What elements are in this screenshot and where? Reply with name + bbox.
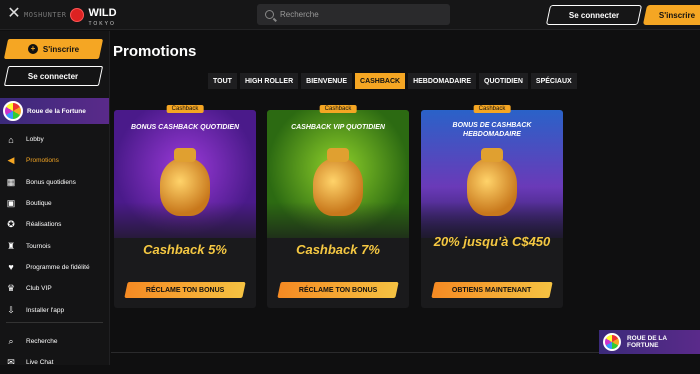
card-value: Cashback 5% — [143, 242, 227, 257]
search-icon — [265, 10, 274, 19]
sidebar-item-label: Live Chat — [26, 359, 54, 367]
get-now-button[interactable]: OBTIENS MAINTENANT — [431, 282, 553, 298]
money-bag-icon — [160, 148, 210, 216]
calendar-icon: ▦ — [6, 176, 16, 187]
megaphone-icon: ◀ — [7, 155, 15, 166]
wheel-promo-label: ROUE DE LA FORTUNE — [626, 335, 667, 349]
sidebar-item-promotions[interactable]: ◀ Promotions — [0, 150, 109, 171]
logo-wild: WILD — [88, 7, 117, 19]
tab-special[interactable]: SPÉCIAUX — [530, 73, 577, 89]
sidebar-item-tournaments[interactable]: ♜ Tournois — [0, 235, 109, 256]
brand-faded-text: MOSHUNTER — [24, 11, 67, 19]
sidebar-item-label: Lobby — [26, 136, 44, 144]
sidebar-item-label: Réalisations — [26, 221, 62, 229]
signup-button[interactable]: S'inscrire — [642, 5, 700, 25]
sidebar-item-lobby[interactable]: ⌂ Lobby — [0, 129, 109, 150]
sidebar-item-install-app[interactable]: ⇩ Installer l'app — [0, 299, 109, 320]
claim-bonus-label: RÉCLAME TON BONUS — [145, 286, 225, 294]
tab-cashback[interactable]: CASHBACK — [355, 73, 406, 89]
promo-card[interactable]: BONUS CASHBACK QUOTIDIEN Cashback 5% RÉC… — [114, 110, 256, 308]
sidebar-item-label: Bonus quotidiens — [26, 178, 76, 186]
user-plus-icon: + — [27, 44, 38, 54]
card-title: CASHBACK VIP QUOTIDIEN — [291, 124, 385, 131]
top-bar: ✕ MOSHUNTER WILD TOKYO Se connecter S'in… — [0, 0, 700, 30]
logo-text: WILD TOKYO — [88, 3, 117, 28]
sidebar-item-daily-bonus[interactable]: ▦ Bonus quotidiens — [0, 172, 109, 193]
sidebar-wheel-label: Roue de la Fortune — [27, 107, 86, 115]
sidebar-item-label: Boutique — [26, 200, 52, 208]
sidebar-login-label: Se connecter — [28, 71, 79, 81]
promo-card[interactable]: CASHBACK VIP QUOTIDIEN Cashback 7% RÉCLA… — [267, 110, 409, 308]
search-icon: ⌕ — [8, 336, 14, 347]
search-bar[interactable] — [257, 4, 450, 25]
card-value: 20% jusqu'à C$450 — [433, 234, 551, 249]
tab-daily[interactable]: QUOTIDIEN — [479, 73, 528, 89]
sidebar-login-button[interactable]: Se connecter — [3, 66, 104, 86]
card-badge: Cashback — [473, 105, 511, 113]
fortune-wheel-icon — [3, 101, 23, 121]
sidebar-item-loyalty[interactable]: ♥ Programme de fidélité — [0, 257, 109, 278]
card-badge: Cashback — [319, 105, 357, 113]
sidebar-item-label: Recherche — [26, 338, 58, 346]
sidebar-nav: ⌂ Lobby ◀ Promotions ▦ Bonus quotidiens ▣ Bo… — [0, 129, 109, 321]
sidebar-wheel-of-fortune[interactable]: Roue de la Fortune — [0, 98, 109, 124]
search-input[interactable] — [280, 10, 440, 19]
main-content: Promotions TOUT HIGH ROLLER BIENVENUE CA… — [111, 31, 700, 365]
sidebar-item-label: Promotions — [26, 157, 59, 165]
login-button[interactable]: Se connecter — [545, 5, 643, 25]
promo-card[interactable]: BONUS DE CASHBACK HEBDOMADAIRE 20% jusqu… — [421, 110, 563, 308]
medal-icon: ✪ — [7, 219, 15, 230]
heart-icon: ♥ — [8, 262, 14, 273]
claim-bonus-button[interactable]: RÉCLAME TON BONUS — [124, 282, 246, 298]
sidebar-item-live-chat[interactable]: ✉ Live Chat — [0, 352, 109, 373]
sidebar: + S'inscrire Se connecter Roue de la For… — [0, 31, 110, 367]
sidebar-divider — [6, 322, 103, 323]
logo[interactable]: MOSHUNTER WILD TOKYO — [24, 3, 117, 28]
sidebar-item-achievements[interactable]: ✪ Réalisations — [0, 214, 109, 235]
signup-button-label: S'inscrire — [659, 10, 696, 20]
tab-all[interactable]: TOUT — [208, 73, 237, 89]
claim-bonus-label: RÉCLAME TON BONUS — [298, 286, 378, 294]
card-title: BONUS CASHBACK QUOTIDIEN — [130, 124, 240, 131]
wheel-of-fortune-promo[interactable]: ROUE DE LA FORTUNE — [599, 330, 700, 354]
card-title: BONUS DE CASHBACK HEBDOMADAIRE — [452, 122, 532, 138]
sidebar-signup-button[interactable]: + S'inscrire — [3, 39, 104, 59]
logo-badge-icon — [70, 8, 85, 22]
download-icon: ⇩ — [7, 304, 15, 315]
home-icon: ⌂ — [8, 134, 14, 145]
promo-tabs: TOUT HIGH ROLLER BIENVENUE CASHBACK HEBD… — [208, 73, 577, 89]
card-value: Cashback 7% — [296, 242, 380, 257]
footer-divider — [111, 352, 599, 353]
sidebar-item-label: Club VIP — [26, 285, 52, 293]
get-now-label: OBTIENS MAINTENANT — [452, 286, 532, 294]
card-badge: Cashback — [166, 105, 204, 113]
sidebar-item-vip-club[interactable]: ♛ Club VIP — [0, 278, 109, 299]
sidebar-item-label: Installer l'app — [26, 306, 65, 314]
chat-icon: ✉ — [7, 357, 15, 368]
crown-icon: ♛ — [6, 283, 16, 294]
sidebar-item-label: Programme de fidélité — [26, 263, 90, 271]
page-title: Promotions — [113, 43, 197, 60]
cart-icon: ▣ — [6, 198, 16, 209]
sidebar-item-label: Tournois — [26, 242, 51, 250]
tab-welcome[interactable]: BIENVENUE — [301, 73, 353, 89]
tab-weekly[interactable]: HEBDOMADAIRE — [408, 73, 477, 89]
sidebar-bottom-nav: ⌕ Recherche ✉ Live Chat — [0, 331, 109, 374]
sidebar-signup-label: S'inscrire — [42, 44, 80, 54]
trophy-icon: ♜ — [6, 240, 16, 251]
logo-tokyo: TOKYO — [88, 21, 116, 27]
claim-bonus-button[interactable]: RÉCLAME TON BONUS — [277, 282, 399, 298]
sidebar-item-shop[interactable]: ▣ Boutique — [0, 193, 109, 214]
login-button-label: Se connecter — [568, 10, 620, 20]
fortune-wheel-icon — [603, 333, 621, 351]
money-bag-icon — [467, 148, 517, 216]
sidebar-item-search[interactable]: ⌕ Recherche — [0, 331, 109, 352]
money-bag-icon — [313, 148, 363, 216]
close-icon[interactable]: ✕ — [6, 6, 22, 22]
tab-high-roller[interactable]: HIGH ROLLER — [239, 73, 299, 89]
